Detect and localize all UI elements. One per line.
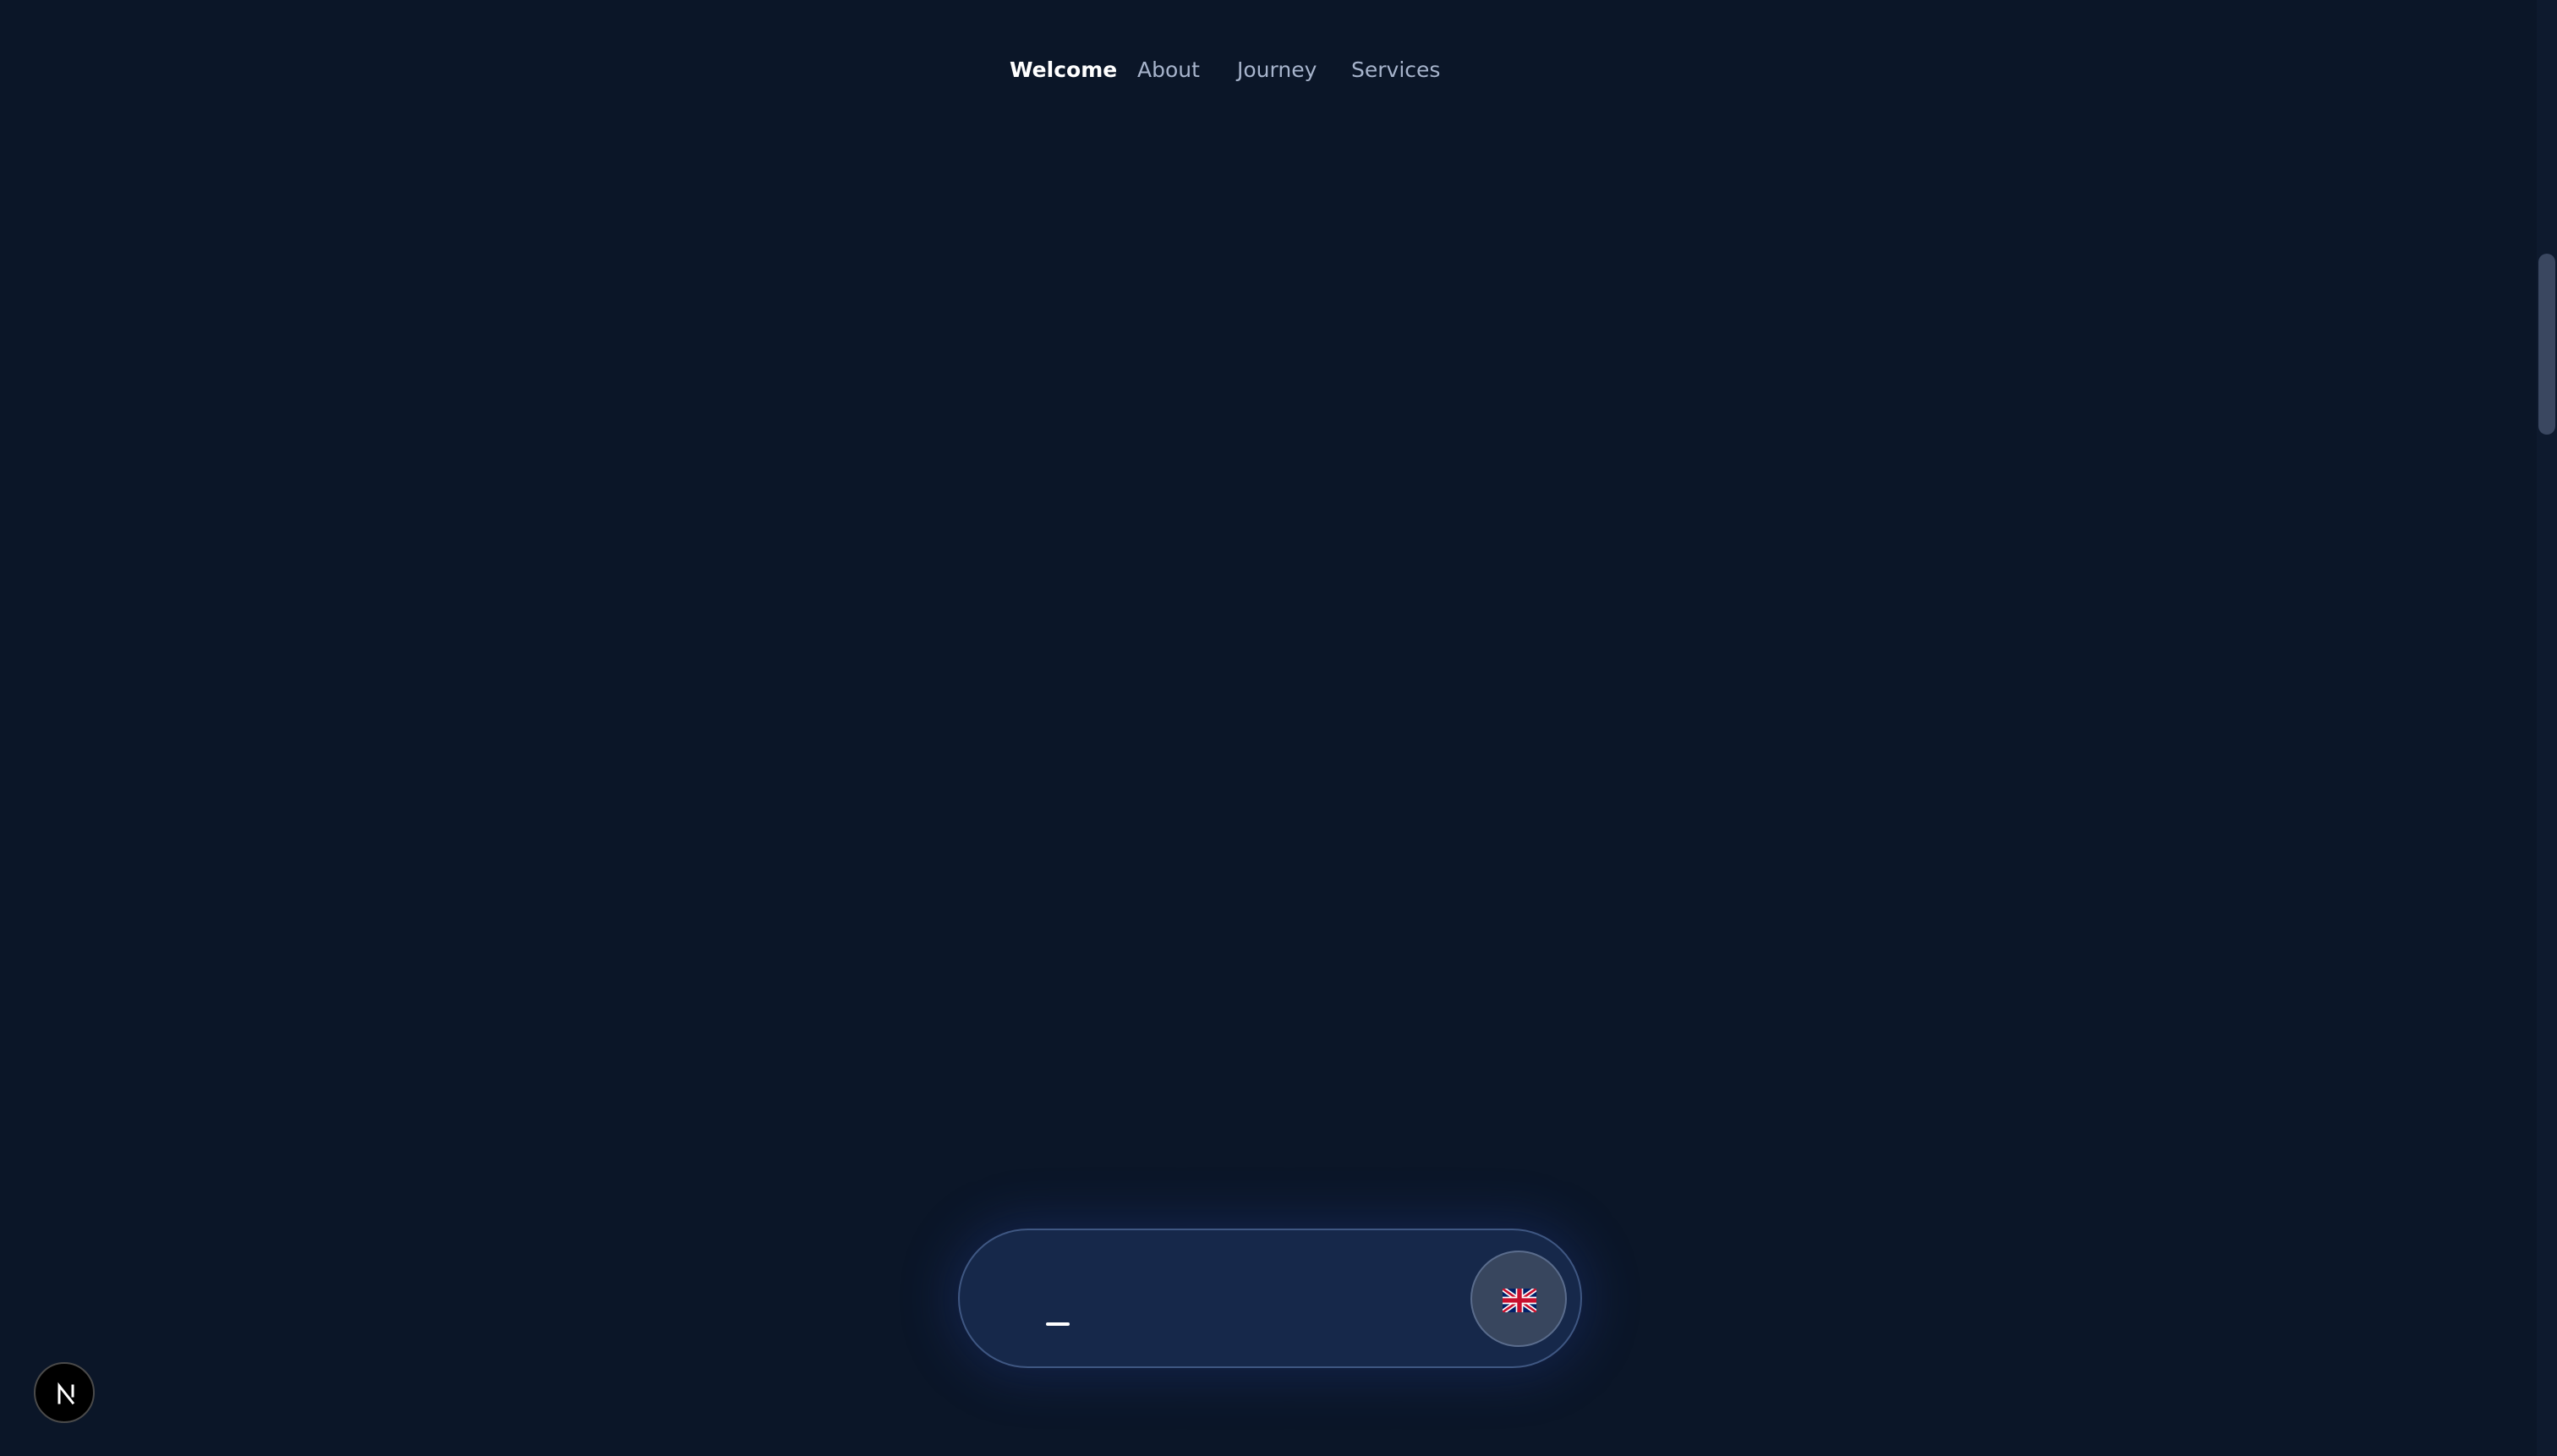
active-nav-indicator: [1046, 1322, 1070, 1326]
language-switcher-button[interactable]: [1470, 1251, 1567, 1347]
nav-item-about[interactable]: About: [1137, 0, 1200, 140]
nav-item-services[interactable]: Services: [1351, 0, 1440, 140]
scrollbar-thumb[interactable]: [2538, 254, 2555, 435]
uk-flag-icon: [1503, 1289, 1536, 1312]
nextjs-badge-button[interactable]: [34, 1362, 95, 1423]
nav-item-journey[interactable]: Journey: [1237, 0, 1317, 140]
nav-item-welcome[interactable]: Welcome: [1010, 0, 1117, 140]
nextjs-logo-icon: [57, 1382, 75, 1405]
scrollbar-track[interactable]: [2537, 0, 2557, 1456]
page: Welcome About Journey Services: [0, 0, 2557, 1456]
